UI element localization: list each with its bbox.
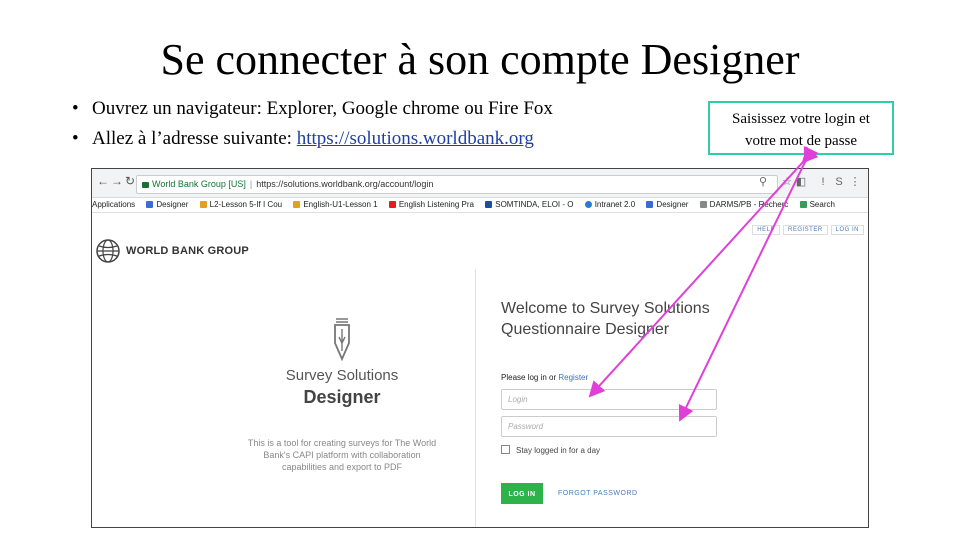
star-icon[interactable]: ☆ xyxy=(780,175,794,189)
solutions-url-link[interactable]: https://solutions.worldbank.org xyxy=(297,128,534,149)
slide-title: Se connecter à son compte Designer xyxy=(160,35,800,84)
lock-icon xyxy=(142,181,149,188)
bookmark-icon xyxy=(146,201,154,208)
bookmark-item[interactable]: Search xyxy=(799,198,835,212)
login-prompt-text: Please log in or xyxy=(501,373,559,382)
search-icon[interactable]: ⚲ xyxy=(756,175,770,189)
login-button[interactable]: LOG IN xyxy=(501,483,543,504)
instruction-open-browser: Ouvrez un navigateur: Explorer, Google c… xyxy=(72,94,553,124)
column-divider xyxy=(475,269,476,527)
youtube-icon xyxy=(388,201,396,208)
welcome-line: Questionnaire Designer xyxy=(501,321,670,338)
login-input[interactable]: Login xyxy=(501,389,717,410)
product-name: Survey Solutions xyxy=(285,367,399,384)
browser-screenshot: ← → ↻ World Bank Group [US] | https://solu… xyxy=(91,168,869,528)
callout-line: Saisissez votre login et xyxy=(732,111,870,127)
callout-line: votre mot de passe xyxy=(744,133,858,149)
instruction-text: Ouvrez un navigateur: Explorer, Google c… xyxy=(92,98,553,119)
forward-icon[interactable]: → xyxy=(110,174,124,188)
globe-icon xyxy=(96,239,120,263)
product-subtitle: Designer xyxy=(303,387,381,407)
instruction-go-to-url: Allez à l’adresse suivante: https://solu… xyxy=(72,124,553,154)
instruction-list: Ouvrez un navigateur: Explorer, Google c… xyxy=(72,94,553,154)
bookmark-item[interactable]: L2-Lesson 5-If I Cou xyxy=(199,198,282,212)
login-prompt: Please log in or Register xyxy=(501,373,588,382)
help-link[interactable]: HELP xyxy=(752,225,780,235)
login-nav-link[interactable]: LOG IN xyxy=(830,225,864,235)
bookmark-item[interactable]: English Listening Pra xyxy=(388,198,474,212)
stay-logged-label: Stay logged in for a day xyxy=(516,446,601,455)
back-icon[interactable]: ← xyxy=(96,174,110,188)
bookmark-icon xyxy=(584,201,592,208)
bookmark-icon xyxy=(293,201,301,208)
extension-icon[interactable]: ◧ xyxy=(794,175,808,189)
bookmark-item[interactable]: Intranet 2.0 xyxy=(584,198,635,212)
reload-icon[interactable]: ↻ xyxy=(123,174,137,188)
alert-icon[interactable]: ! xyxy=(816,175,830,189)
bookmarks-bar: Applications Designer L2-Lesson 5-If I C… xyxy=(92,198,868,213)
product-description: This is a tool for creating surveys for … xyxy=(247,438,437,472)
bookmark-item[interactable]: SOMTINDA, ELOI - O xyxy=(485,198,573,212)
address-bar[interactable]: World Bank Group [US] | https://solutions.… xyxy=(136,175,778,194)
stay-logged-checkbox[interactable] xyxy=(501,445,510,454)
bookmark-icon xyxy=(199,201,207,208)
login-callout: Saisissez votre login et votre mot de pa… xyxy=(708,101,894,155)
bookmark-icon xyxy=(646,201,654,208)
forgot-password-link[interactable]: FORGOT PASSWORD xyxy=(558,490,638,497)
bookmark-icon xyxy=(799,201,807,208)
browser-toolbar: ← → ↻ World Bank Group [US] | https://solu… xyxy=(92,169,868,198)
register-nav-link[interactable]: REGISTER xyxy=(782,225,828,235)
bookmark-item[interactable]: Designer xyxy=(146,198,188,212)
top-nav: HELP REGISTER LOG IN xyxy=(749,225,864,235)
stay-logged-in[interactable]: Stay logged in for a day xyxy=(501,445,600,456)
welcome-heading: Welcome to Survey Solutions Questionnair… xyxy=(501,298,761,340)
menu-icon[interactable]: ⋮ xyxy=(848,175,862,189)
instruction-text: Allez à l’adresse suivante: xyxy=(92,128,297,149)
bookmark-icon xyxy=(485,201,493,208)
url-text: https://solutions.worldbank.org/account/… xyxy=(256,179,434,189)
password-input[interactable]: Password xyxy=(501,416,717,437)
bookmark-item[interactable]: Applications xyxy=(92,198,135,212)
skype-icon[interactable]: S xyxy=(832,175,846,189)
logo-text: WORLD BANK GROUP xyxy=(126,245,249,257)
bookmark-item[interactable]: English-U1-Lesson 1 xyxy=(293,198,378,212)
bookmark-item[interactable]: Designer xyxy=(646,198,688,212)
welcome-line: Welcome to Survey Solutions xyxy=(501,300,710,317)
register-link[interactable]: Register xyxy=(558,373,588,382)
bookmark-icon xyxy=(699,201,707,208)
survey-solutions-pen-icon xyxy=(334,318,350,362)
bookmark-item[interactable]: DARMS/PB - Recherc xyxy=(699,198,788,212)
site-identity: World Bank Group [US] xyxy=(152,179,246,189)
